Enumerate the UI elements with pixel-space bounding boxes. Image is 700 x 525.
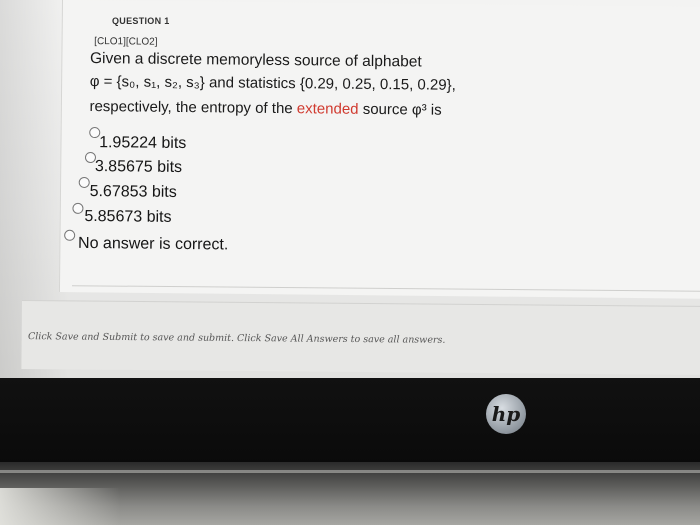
question-text-line1: Given a discrete memoryless source of al… (89, 50, 422, 71)
answer-label[interactable]: No answer is correct. (78, 235, 228, 255)
answer-label[interactable]: 1.95224 bits (99, 134, 186, 153)
hinge-strip (0, 470, 700, 473)
clo-tag: [CLO1][CLO2] (94, 36, 158, 48)
question-body: [CLO1][CLO2] Given a discrete memoryless… (0, 0, 700, 306)
deck-highlight (0, 488, 120, 525)
question-text-line2: φ = {s₀, s₁, s₂, s₃} and statistics {0.2… (89, 72, 456, 94)
browser-screen: QUESTION 1 [CLO1][CLO2] Given a discrete… (0, 0, 700, 380)
hp-logo: hp (486, 394, 526, 434)
question-text-prefix: respectively, the entropy of the (89, 97, 297, 118)
highlighted-word: extended (296, 100, 359, 118)
answer-label[interactable]: 5.67853 bits (90, 183, 177, 202)
question-text-line3: respectively, the entropy of the extende… (89, 98, 441, 119)
answer-label[interactable]: 5.85673 bits (84, 208, 171, 227)
answer-label[interactable]: 3.85675 bits (95, 158, 182, 177)
radio-button[interactable] (78, 176, 90, 189)
radio-button[interactable] (64, 229, 76, 241)
radio-button[interactable] (72, 202, 84, 214)
question-text-suffix: source φ³ is (358, 100, 442, 119)
laptop-bezel (0, 378, 700, 468)
